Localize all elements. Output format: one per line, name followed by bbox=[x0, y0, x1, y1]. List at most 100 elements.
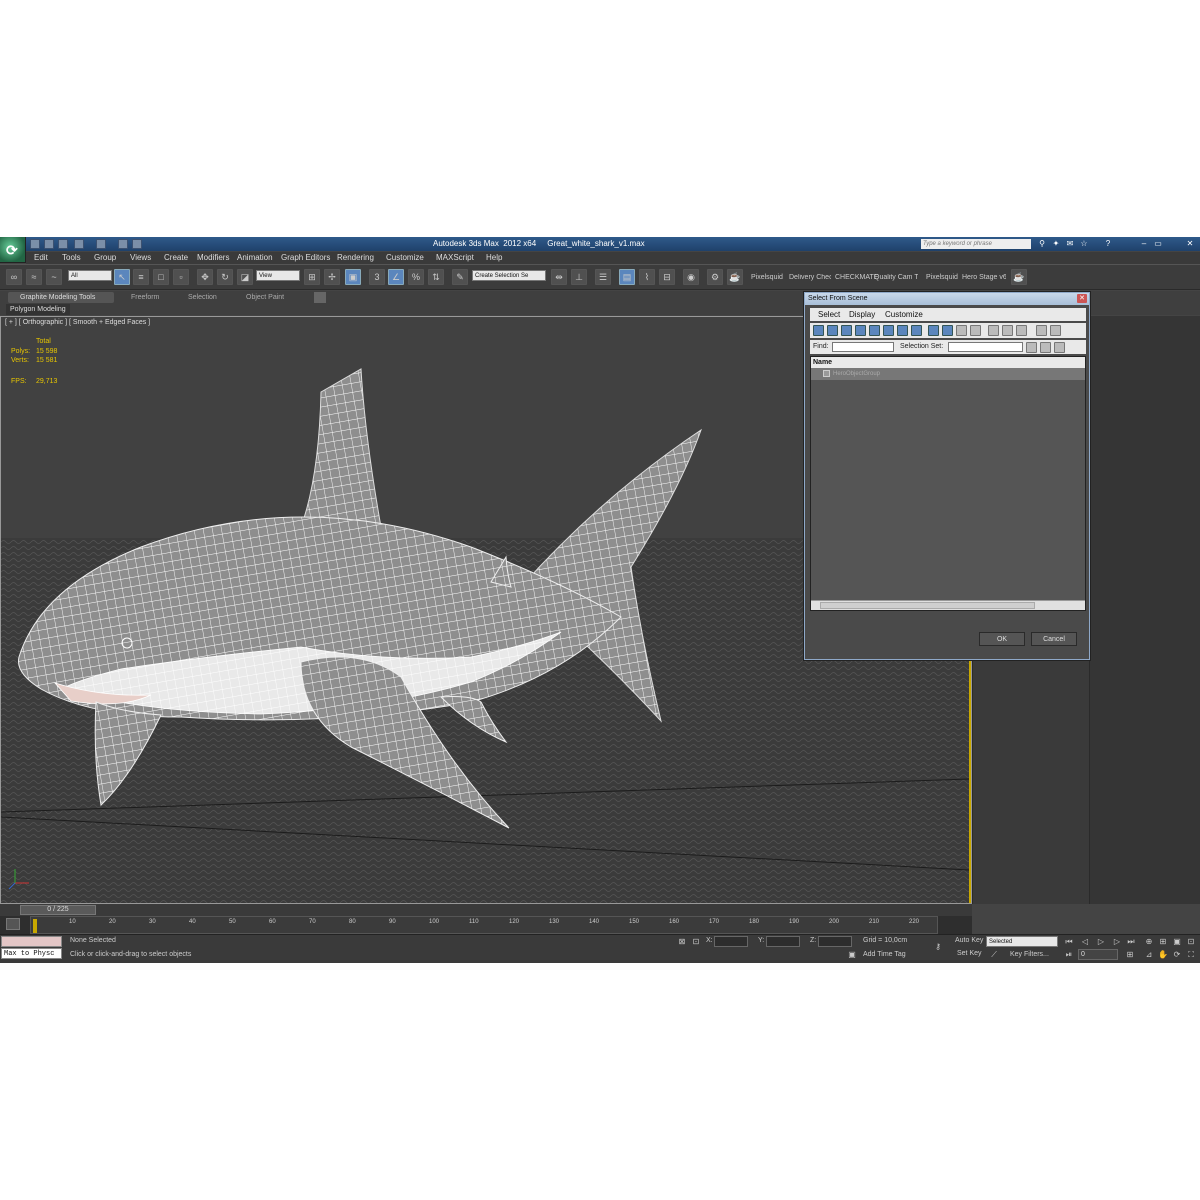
mirror-icon[interactable]: ⇹ bbox=[551, 269, 567, 285]
maximize-button[interactable]: ▭ bbox=[1152, 239, 1164, 249]
play-icon[interactable]: ▷ bbox=[1095, 936, 1107, 947]
display-shapes-icon[interactable] bbox=[827, 325, 838, 336]
minimize-button[interactable]: – bbox=[1138, 239, 1150, 249]
track-bar[interactable]: 10 20 30 40 50 60 70 80 90 100 110 120 1… bbox=[0, 916, 972, 934]
key-filters-button[interactable]: Key Filters... bbox=[1010, 951, 1049, 958]
selection-lock-icon[interactable]: ⊠ bbox=[676, 936, 688, 947]
quick-access-dropdown-icon[interactable] bbox=[132, 239, 142, 249]
tab-selection[interactable]: Selection bbox=[188, 292, 217, 303]
dialog-title[interactable]: Select From Scene bbox=[805, 293, 1089, 305]
display-hidden-icon[interactable] bbox=[970, 325, 981, 336]
dialog-close-button[interactable]: ✕ bbox=[1077, 294, 1087, 303]
menu-animation[interactable]: Animation bbox=[237, 253, 273, 262]
search-input[interactable]: Type a keyword or phrase bbox=[921, 239, 1031, 249]
display-geometry-icon[interactable] bbox=[813, 325, 824, 336]
align-icon[interactable]: ⊥ bbox=[571, 269, 587, 285]
display-containers-icon[interactable] bbox=[942, 325, 953, 336]
tab-graphite-modeling-tools[interactable]: Graphite Modeling Tools bbox=[8, 292, 114, 303]
set-key-icon[interactable]: ⚷ bbox=[930, 941, 946, 952]
layer-manager-icon[interactable]: ☰ bbox=[595, 269, 611, 285]
key-mode-toggle-icon[interactable]: ⏯ bbox=[1063, 949, 1075, 960]
zoom-icon[interactable]: ⊕ bbox=[1143, 936, 1155, 947]
mini-curve-editor-icon[interactable] bbox=[6, 918, 20, 930]
display-groups-icon[interactable] bbox=[897, 325, 908, 336]
tab-object-paint[interactable]: Object Paint bbox=[246, 292, 284, 303]
communication-icon[interactable]: ✉ bbox=[1064, 239, 1076, 249]
panel-polygon-modeling[interactable]: Polygon Modeling bbox=[6, 304, 70, 315]
reference-coordinate-dropdown[interactable]: View bbox=[256, 270, 300, 281]
scale-icon[interactable]: ◪ bbox=[237, 269, 253, 285]
time-slider[interactable]: 0 / 225 bbox=[0, 904, 972, 916]
command-panel-rollout[interactable] bbox=[1089, 316, 1200, 904]
help-icon[interactable]: ? bbox=[1102, 239, 1114, 249]
display-all-icon[interactable] bbox=[988, 325, 999, 336]
menu-customize[interactable]: Customize bbox=[386, 253, 424, 262]
move-icon[interactable]: ✥ bbox=[197, 269, 213, 285]
zoom-extents-icon[interactable]: ▣ bbox=[1171, 936, 1183, 947]
current-frame-field[interactable]: 0 bbox=[1078, 949, 1118, 960]
menu-maxscript[interactable]: MAXScript bbox=[436, 253, 474, 262]
maxscript-listener-output[interactable] bbox=[1, 936, 62, 947]
selection-set-dropdown[interactable] bbox=[948, 342, 1023, 352]
list-item[interactable]: HeroObjectGroup bbox=[811, 368, 1085, 380]
z-coordinate-field[interactable] bbox=[818, 936, 852, 947]
zoom-all-icon[interactable]: ⊞ bbox=[1157, 936, 1169, 947]
absolute-mode-icon[interactable]: ⊡ bbox=[690, 936, 702, 947]
percent-snap-icon[interactable]: % bbox=[408, 269, 424, 285]
timeline-ruler[interactable]: 10 20 30 40 50 60 70 80 90 100 110 120 1… bbox=[30, 916, 938, 934]
menu-modifiers[interactable]: Modifiers bbox=[197, 253, 229, 262]
key-mode-dropdown[interactable]: Selected bbox=[986, 936, 1058, 947]
select-none-icon[interactable] bbox=[1040, 342, 1051, 353]
select-object-icon[interactable]: ↖ bbox=[114, 269, 130, 285]
filter-icon[interactable] bbox=[1036, 325, 1047, 336]
display-cameras-icon[interactable] bbox=[855, 325, 866, 336]
set-key-button[interactable]: Set Key bbox=[957, 950, 982, 957]
plugin-delivery-check[interactable]: Delivery Check bbox=[789, 274, 831, 281]
menu-edit[interactable]: Edit bbox=[34, 253, 48, 262]
filter-options-icon[interactable] bbox=[1050, 325, 1061, 336]
select-by-name-icon[interactable]: ≡ bbox=[133, 269, 149, 285]
horizontal-scrollbar[interactable] bbox=[811, 600, 1085, 610]
keyboard-shortcut-override-icon[interactable]: ▣ bbox=[345, 269, 361, 285]
project-folder-icon[interactable] bbox=[118, 239, 128, 249]
add-time-tag[interactable]: Add Time Tag bbox=[863, 951, 906, 958]
menu-views[interactable]: Views bbox=[130, 253, 151, 262]
pan-icon[interactable]: ✋ bbox=[1157, 949, 1169, 960]
plugin-hero-stage[interactable]: Hero Stage v6 bbox=[962, 274, 1006, 281]
display-bones-icon[interactable] bbox=[928, 325, 939, 336]
display-lights-icon[interactable] bbox=[841, 325, 852, 336]
app-logo[interactable]: ⟳ bbox=[0, 237, 26, 263]
menu-create[interactable]: Create bbox=[164, 253, 188, 262]
display-xrefs-icon[interactable] bbox=[911, 325, 922, 336]
display-frozen-icon[interactable] bbox=[956, 325, 967, 336]
plugin-pixelsquid[interactable]: Pixelsquid bbox=[751, 274, 783, 281]
ribbon-options-icon[interactable] bbox=[314, 292, 326, 303]
time-configuration-icon[interactable]: ⊞ bbox=[1124, 949, 1136, 960]
named-selection-dropdown[interactable]: Create Selection Se bbox=[472, 270, 546, 281]
save-file-icon[interactable] bbox=[58, 239, 68, 249]
menu-rendering[interactable]: Rendering bbox=[337, 253, 374, 262]
graphite-toggle-icon[interactable]: ▤ bbox=[619, 269, 635, 285]
redo-icon[interactable] bbox=[96, 239, 106, 249]
dialog-menu-customize[interactable]: Customize bbox=[885, 310, 923, 319]
rectangular-selection-icon[interactable]: □ bbox=[153, 269, 169, 285]
scene-object-list[interactable]: Name HeroObjectGroup bbox=[810, 356, 1086, 611]
unlink-icon[interactable]: ≈ bbox=[26, 269, 42, 285]
curve-editor-icon[interactable]: ⌇ bbox=[639, 269, 655, 285]
pivot-center-icon[interactable]: ⊞ bbox=[304, 269, 320, 285]
y-coordinate-field[interactable] bbox=[766, 936, 800, 947]
selection-filter-dropdown[interactable]: All bbox=[68, 270, 112, 281]
previous-frame-icon[interactable]: ◁ bbox=[1079, 936, 1091, 947]
subscription-icon[interactable]: ✦ bbox=[1050, 239, 1062, 249]
binoculars-icon[interactable]: ⚲ bbox=[1036, 239, 1048, 249]
display-invert-icon[interactable] bbox=[1016, 325, 1027, 336]
menu-graph-editors[interactable]: Graph Editors bbox=[281, 253, 330, 262]
maxscript-mini-listener[interactable]: Max to Physc bbox=[1, 948, 62, 959]
find-input[interactable] bbox=[832, 342, 894, 352]
teapot-icon[interactable]: ☕ bbox=[1011, 269, 1027, 285]
edit-named-selection-icon[interactable]: ✎ bbox=[452, 269, 468, 285]
plugin-quality-cam-tool[interactable]: Quality Cam Tool bbox=[874, 274, 918, 281]
bind-space-warp-icon[interactable]: ~ bbox=[46, 269, 62, 285]
schematic-view-icon[interactable]: ⊟ bbox=[659, 269, 675, 285]
new-file-icon[interactable] bbox=[30, 239, 40, 249]
